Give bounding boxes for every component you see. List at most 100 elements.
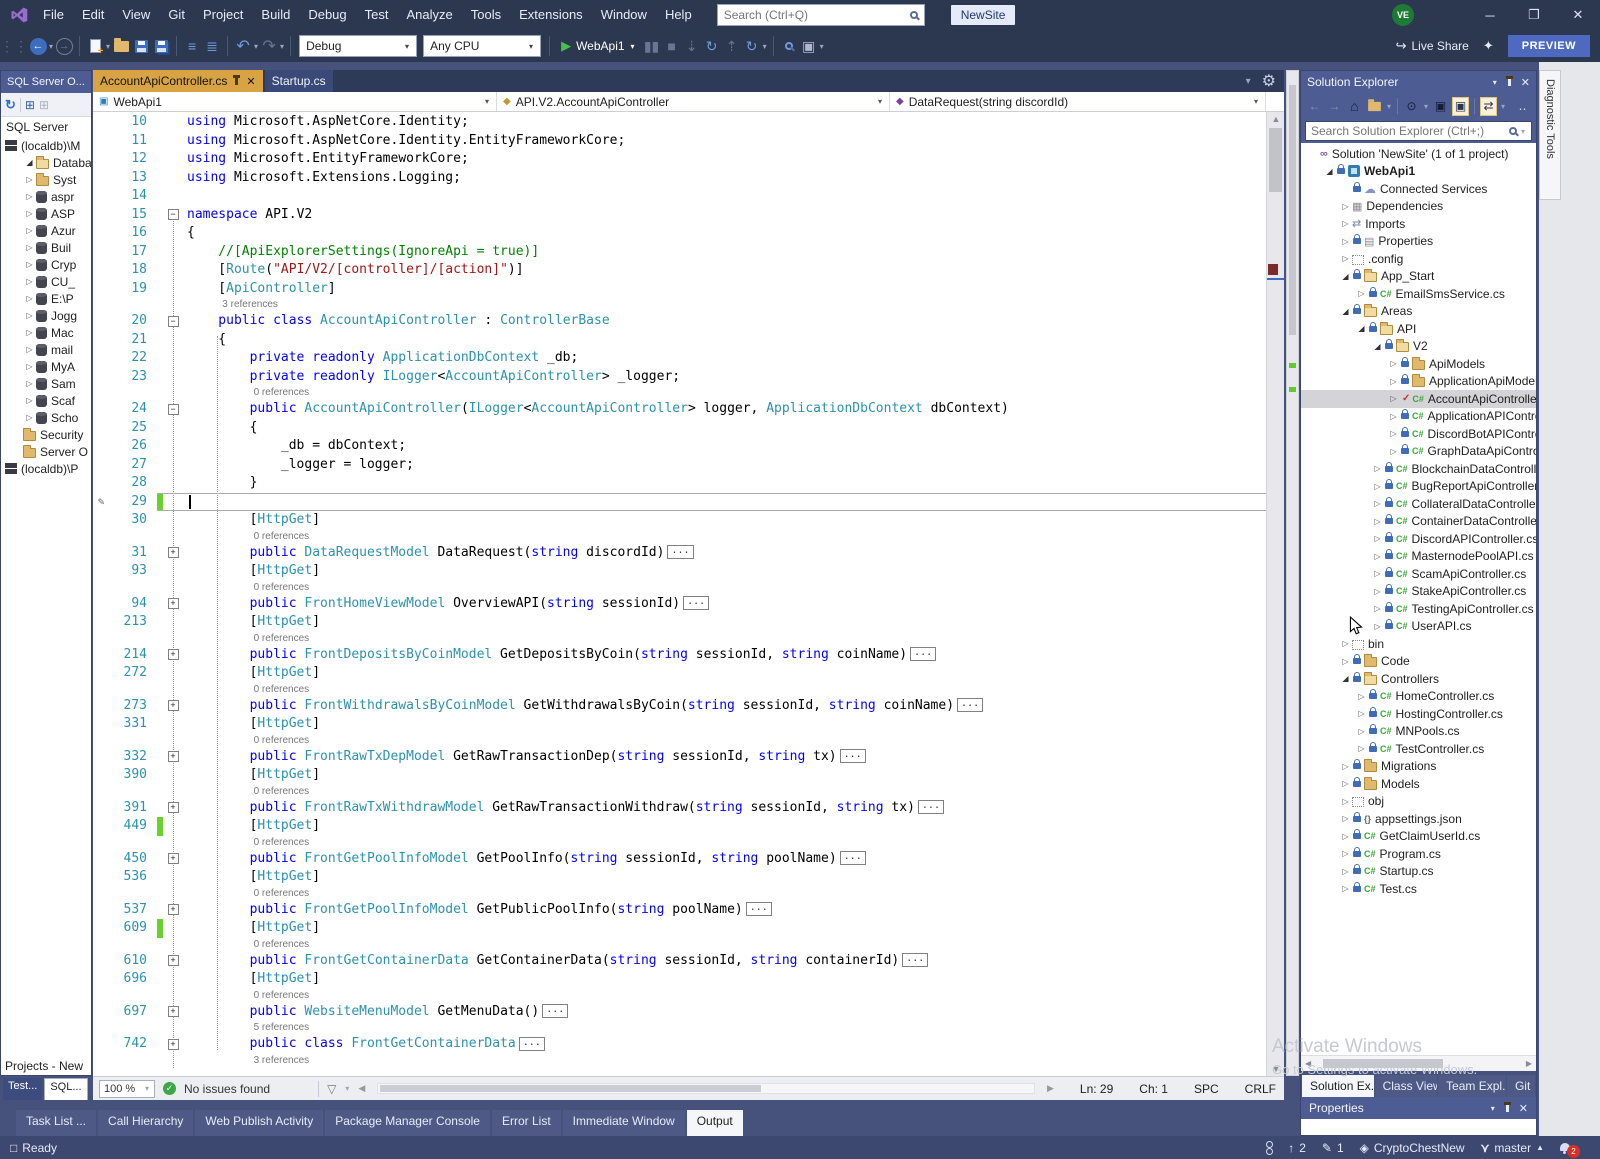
expander-collapsed-icon[interactable]: ▷ [1355, 709, 1368, 718]
expander-expanded-icon[interactable]: ◢ [1339, 674, 1352, 683]
tab-startup[interactable]: Startup.cs [264, 70, 333, 92]
code-line[interactable]: 610 + public FrontGetContainerData GetCont… [93, 952, 1266, 971]
expander-collapsed-icon[interactable]: ▷ [1387, 359, 1400, 368]
tab-diagnostic-tools[interactable]: Diagnostic Tools [1539, 70, 1561, 200]
code-line[interactable]: 449 [HttpGet] [93, 817, 1266, 836]
codelens-references[interactable]: 0 references [93, 530, 1266, 544]
expander-collapsed-icon[interactable]: ▷ [1371, 622, 1384, 631]
solution-tree-item[interactable]: ▷ Migrations [1301, 758, 1536, 776]
solution-tree-item[interactable]: ▷ C# EmailSmsService.cs [1301, 285, 1536, 303]
sql-tree-item[interactable]: ▷ Scaf [1, 392, 91, 409]
code-line[interactable]: 742 + public class FrontGetContainerData..… [93, 1035, 1266, 1054]
code-line[interactable]: 28} [93, 474, 1266, 493]
outline-margin[interactable]: + [163, 748, 183, 767]
outline-margin[interactable] [163, 492, 183, 511]
breadcrumb-member[interactable]: ◆ DataRequest(string discordId) ▾ [890, 92, 1266, 111]
code-line[interactable]: 13 using Microsoft.Extensions.Logging; [93, 169, 1266, 188]
outline-margin[interactable] [163, 132, 183, 151]
close-tab-icon[interactable]: ✕ [246, 75, 255, 88]
scrollbar-thumb[interactable] [1269, 128, 1282, 192]
solution-tree-item[interactable]: ▷ C# Program.cs [1301, 845, 1536, 863]
add-sql-server-icon[interactable]: ⊞ [25, 98, 35, 112]
expander-expanded-icon[interactable]: ◢ [1355, 324, 1368, 333]
editor-horizontal-scrollbar[interactable] [377, 1083, 1035, 1094]
solution-tree-item[interactable]: ▷ ApiModels [1301, 355, 1536, 373]
outline-margin[interactable] [163, 419, 183, 438]
expander-collapsed-icon[interactable]: ▷ [23, 277, 36, 286]
code-line[interactable]: 31 + public DataRequestModel DataRequest(s… [93, 544, 1266, 563]
menu-file[interactable]: File [34, 0, 73, 30]
hscroll-right-icon[interactable]: ▶ [1047, 1083, 1054, 1094]
outline-margin[interactable]: + [163, 850, 183, 869]
expander-collapsed-icon[interactable]: ▷ [1371, 499, 1384, 508]
sql-tree-item[interactable]: ▷ aspr [1, 188, 91, 205]
navigate-back-button[interactable]: ← [28, 34, 48, 58]
fold-minus-icon[interactable]: − [167, 315, 179, 327]
codelens-references[interactable]: 0 references [93, 683, 1266, 697]
expander-collapsed-icon[interactable]: ▷ [1339, 219, 1352, 228]
outline-margin[interactable]: + [163, 901, 183, 920]
code-line[interactable]: ✎ 29 [93, 492, 1266, 511]
expander-collapsed-icon[interactable]: ▷ [1339, 797, 1352, 806]
outline-margin[interactable] [163, 331, 183, 350]
fold-plus-icon[interactable]: + [167, 955, 179, 967]
solution-tree-item[interactable]: ▷ ▤ Properties [1301, 233, 1536, 251]
code-line[interactable]: 696 [HttpGet] [93, 970, 1266, 989]
quick-search-input[interactable]: Search (Ctrl+Q) [716, 4, 925, 26]
expander-collapsed-icon[interactable]: ▷ [1387, 377, 1400, 386]
tab-class-view[interactable]: Class View [1374, 1075, 1438, 1097]
codelens-references[interactable]: 0 references [93, 785, 1266, 799]
bottom-tab-immediate-window[interactable]: Immediate Window [562, 1110, 685, 1136]
solution-tree-item[interactable]: ▷ ▦ Dependencies [1301, 198, 1536, 216]
menu-edit[interactable]: Edit [73, 0, 113, 30]
collapsed-region-box[interactable]: ... [910, 647, 937, 661]
code-line[interactable]: 272 [HttpGet] [93, 664, 1266, 683]
expander-collapsed-icon[interactable]: ▷ [1339, 867, 1352, 876]
solution-search-input[interactable]: Search Solution Explorer (Ctrl+;) ▾ [1305, 121, 1532, 141]
codelens-references[interactable]: 0 references [93, 632, 1266, 646]
solution-tree-item[interactable]: ▷ C# HomeController.cs [1301, 688, 1536, 706]
scroll-down-icon[interactable]: ▼ [1267, 1064, 1284, 1074]
solution-tree-item[interactable]: ▷ C#GraphDataApiController.cs [1301, 443, 1536, 461]
outline-margin[interactable] [163, 261, 183, 280]
outgoing-commits[interactable]: ↑ 2 [1288, 1141, 1306, 1155]
collapsed-region-box[interactable]: ... [542, 1004, 569, 1018]
solution-tree-item[interactable]: ▷ C#BugReportApiController.cs [1301, 478, 1536, 496]
user-avatar[interactable]: VE [1392, 4, 1414, 26]
code-line[interactable]: 332 + public FrontRawTxDepModel GetRawTran… [93, 748, 1266, 767]
fold-plus-icon[interactable]: + [167, 649, 179, 661]
sql-tree-item[interactable]: ▷ Cryp [1, 256, 91, 273]
outline-margin[interactable]: + [163, 544, 183, 563]
redo-button[interactable]: ↷ [259, 34, 279, 58]
sql-tree-item[interactable]: ▷ Sam [1, 375, 91, 392]
bottom-tab-task-list-[interactable]: Task List ... [16, 1110, 97, 1136]
outline-margin[interactable] [163, 919, 183, 938]
indent-icon[interactable]: ≣ [202, 34, 222, 58]
code-line[interactable]: 10 using Microsoft.AspNetCore.Identity; [93, 113, 1266, 132]
code-line[interactable]: 11 using Microsoft.AspNetCore.Identity.En… [93, 132, 1266, 151]
breadcrumb-project[interactable]: ▣ WebApi1 ▾ [93, 92, 497, 111]
gear-icon[interactable]: ⚙ [1262, 71, 1276, 91]
code-line[interactable]: 94 + public FrontHomeViewModel OverviewAPI… [93, 595, 1266, 614]
outline-margin[interactable]: − [163, 400, 183, 419]
sql-tree-item[interactable]: ▷ Azur [1, 222, 91, 239]
outline-margin[interactable]: + [163, 646, 183, 665]
expander-collapsed-icon[interactable]: ▷ [23, 192, 36, 201]
restart-icon[interactable]: ↻ [702, 34, 722, 58]
solution-tree-item[interactable]: ▷ C# Test.cs [1301, 880, 1536, 898]
expander-collapsed-icon[interactable]: ▷ [23, 396, 36, 405]
code-line[interactable]: 19 [ApiController] [93, 280, 1266, 299]
code-line[interactable]: 273 + public FrontWithdrawalsByCoinModel G… [93, 697, 1266, 716]
code-line[interactable]: 390 [HttpGet] [93, 766, 1266, 785]
fold-minus-icon[interactable]: − [167, 403, 179, 415]
code-line[interactable]: 24 − public AccountApiController(ILogger<A… [93, 400, 1266, 419]
open-file-button[interactable] [111, 34, 131, 58]
pin-icon[interactable] [233, 74, 241, 85]
sql-projects-label[interactable]: Projects - New [1, 1057, 91, 1075]
window-menu-icon[interactable]: ▾ [1493, 78, 1497, 87]
notifications-bell[interactable]: 2 [1560, 1141, 1580, 1158]
expander-collapsed-icon[interactable]: ▷ [1371, 482, 1384, 491]
expander-collapsed-icon[interactable]: ▷ [1387, 447, 1400, 456]
tab-accountapicontroller[interactable]: AccountApiController.cs ✕ [93, 70, 263, 92]
solution-tree-item[interactable]: ▷ C# GetClaimUserId.cs [1301, 828, 1536, 846]
